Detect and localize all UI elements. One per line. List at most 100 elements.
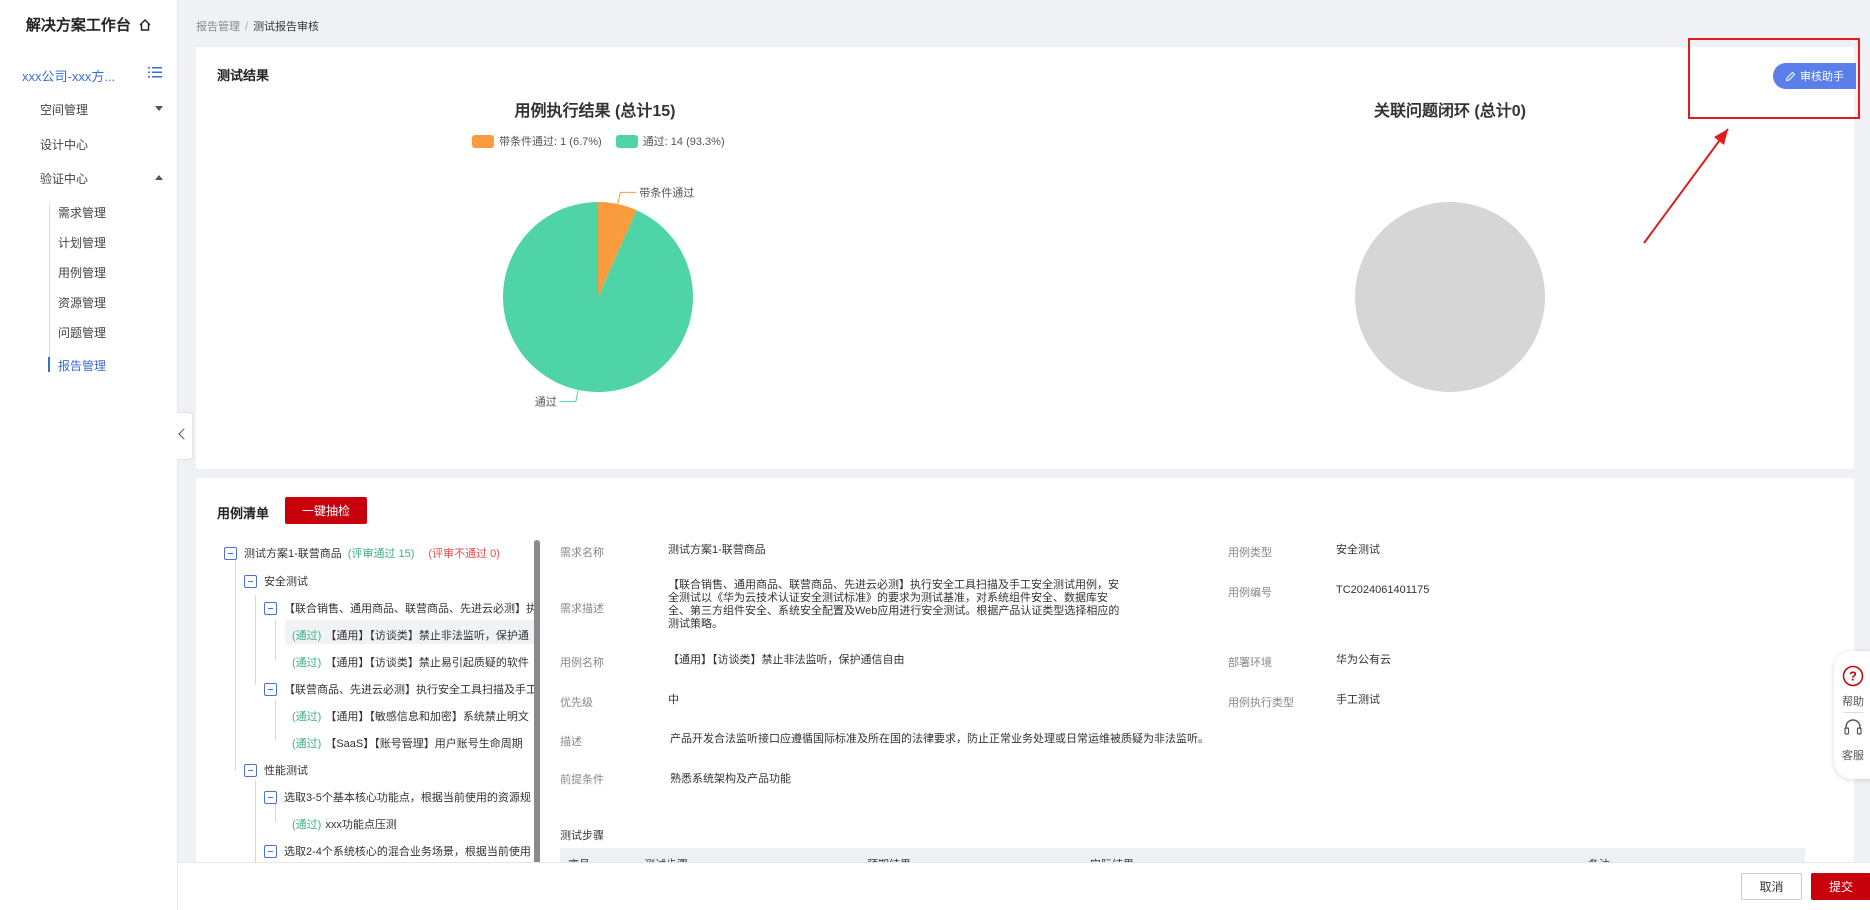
tree-scrollbar[interactable] — [534, 540, 540, 910]
test-steps-title: 测试步骤 — [560, 830, 604, 842]
collapse-icon[interactable] — [264, 682, 277, 696]
chevron-up-icon[interactable] — [155, 175, 163, 180]
tree-node-label: 安全测试 — [264, 576, 308, 588]
sidebar-sub-case[interactable]: 用例管理 — [58, 264, 106, 281]
tree-node-performance-group-2[interactable]: 选取2-4个系统核心的混合业务场景，根据当前使用 — [264, 843, 531, 859]
tree-node-label: xxx功能点压测 — [325, 819, 397, 831]
cancel-button[interactable]: 取消 — [1741, 873, 1802, 900]
case-result-pie-chart: 带条件通过通过 — [503, 185, 694, 409]
list-icon[interactable] — [148, 66, 162, 79]
case-list-title: 用例清单 — [217, 506, 270, 521]
svg-text:?: ? — [1849, 669, 1857, 684]
issue-closure-chart-title: 关联问题闭环 (总计0) — [1373, 103, 1526, 120]
tree-node-case[interactable]: (通过) 【通用】【敏感信息和加密】系统禁止明文 — [292, 708, 529, 724]
req-desc-line-1: 【联合销售、通用商品、联营商品、先进云必测】执行安全工具扫描及手工安全测试用例，… — [668, 579, 1119, 591]
sidebar-sub-requirement[interactable]: 需求管理 — [58, 204, 106, 221]
quick-sample-button[interactable]: 一键抽检 — [285, 497, 367, 524]
service-label[interactable]: 客服 — [1834, 747, 1870, 763]
tree-node-case[interactable]: (通过) xxx功能点压测 — [292, 816, 397, 832]
tree-node-performance-group-1[interactable]: 选取3-5个基本核心功能点，根据当前使用的资源规 — [264, 789, 531, 805]
workbench-title: 解决方案工作台 — [0, 14, 178, 35]
desc-value: 产品开发合法监听接口应遵循国际标准及所在国的法律要求，防止正常业务处理或日常运维… — [670, 733, 1209, 745]
annotation-arrow — [1643, 128, 1729, 244]
case-name-value: 【通用】【访谈类】禁止非法监听，保护通信自由 — [668, 654, 905, 666]
case-no-label: 用例编号 — [1228, 587, 1272, 599]
tree-node-case[interactable]: (通过) 【SaaS】【账号管理】用户账号生命周期 — [292, 735, 523, 751]
req-name-label: 需求名称 — [560, 547, 604, 559]
case-type-value: 安全测试 — [1336, 544, 1380, 556]
project-selector[interactable]: xxx公司-xxx方... — [22, 66, 115, 85]
precondition-value: 熟悉系统架构及产品功能 — [670, 773, 791, 785]
tree-node-label: 选取3-5个基本核心功能点，根据当前使用的资源规 — [284, 792, 531, 804]
issue-closure-pie-chart — [1355, 202, 1545, 392]
tree-node-security-group-1[interactable]: 【联合销售、通用商品、联营商品、先进云必测】执 — [264, 600, 537, 616]
sidebar-item-design[interactable]: 设计中心 — [40, 136, 88, 153]
home-icon[interactable] — [138, 18, 152, 32]
sidebar: 解决方案工作台 xxx公司-xxx方... 空间管理 设计中心 验证中心 需求管… — [0, 0, 178, 910]
tree-node-plan[interactable]: 测试方案1-联营商品 (评审通过 15) (评审不通过 0) — [224, 545, 500, 561]
legend-swatch-pass[interactable] — [615, 134, 638, 148]
pie-slice-1[interactable] — [503, 202, 693, 392]
sidebar-sub-issue[interactable]: 问题管理 — [58, 324, 106, 341]
exec-type-label: 用例执行类型 — [1228, 697, 1294, 709]
active-indicator — [48, 357, 50, 372]
priority-value: 中 — [668, 694, 679, 706]
sidebar-item-verify[interactable]: 验证中心 — [40, 170, 88, 187]
fail-count: (评审不通过 0) — [428, 548, 500, 560]
sidebar-item-space[interactable]: 空间管理 — [40, 101, 88, 118]
sidebar-collapse-button[interactable] — [177, 412, 193, 460]
tree-node-label: 【联合销售、通用商品、联营商品、先进云必测】执 — [284, 603, 537, 615]
tree-node-label: 【SaaS】【账号管理】用户账号生命周期 — [325, 738, 523, 750]
case-no-value: TC2024061401175 — [1336, 584, 1430, 596]
headset-icon[interactable] — [1843, 718, 1863, 738]
precondition-label: 前提条件 — [560, 774, 604, 786]
footer-bar — [178, 862, 1870, 910]
help-label[interactable]: 帮助 — [1834, 693, 1870, 709]
sidebar-sub-resource[interactable]: 资源管理 — [58, 294, 106, 311]
highlight-box — [1688, 38, 1860, 119]
collapse-icon[interactable] — [264, 790, 277, 804]
sidebar-sub-plan[interactable]: 计划管理 — [58, 234, 106, 251]
case-status: (通过) — [292, 630, 322, 642]
exec-type-value: 手工测试 — [1336, 694, 1380, 706]
breadcrumb-separator: / — [245, 21, 249, 33]
legend-label-pass[interactable]: 通过: 14 (93.3%) — [643, 133, 725, 149]
pie-slice-label-0: 带条件通过 — [639, 185, 694, 199]
tree-node-label: 【联营商品、先进云必测】执行安全工具扫描及手工 — [284, 684, 537, 696]
tree-node-label: 选取2-4个系统核心的混合业务场景，根据当前使用 — [284, 846, 531, 858]
test-results-title: 测试结果 — [217, 68, 270, 83]
tree-node-label: 测试方案1-联营商品 — [244, 548, 342, 560]
tree-node-case[interactable]: (通过) 【通用】【访谈类】禁止非法监听，保护通 — [292, 627, 529, 643]
tree-node-label: 【通用】【访谈类】禁止非法监听，保护通 — [325, 630, 529, 642]
req-desc-line-4: 测试策略。 — [668, 618, 723, 630]
breadcrumb-current: 测试报告审核 — [253, 21, 320, 33]
breadcrumb: 报告管理 / 测试报告审核 — [196, 18, 319, 34]
tree-node-label: 性能测试 — [264, 765, 308, 777]
sub-menu-line — [49, 204, 50, 372]
submit-button[interactable]: 提交 — [1811, 873, 1870, 900]
breadcrumb-parent[interactable]: 报告管理 — [196, 21, 240, 33]
pie-leader-line-1 — [559, 389, 579, 403]
tree-node-security[interactable]: 安全测试 — [244, 573, 308, 589]
deploy-env-value: 华为公有云 — [1336, 654, 1391, 666]
divider — [1843, 712, 1863, 713]
legend-label-conditional[interactable]: 带条件通过: 1 (6.7%) — [499, 133, 602, 149]
collapse-icon[interactable] — [244, 763, 257, 777]
chevron-down-icon[interactable] — [155, 106, 163, 111]
collapse-icon[interactable] — [264, 844, 277, 858]
legend-swatch-conditional[interactable] — [472, 134, 494, 148]
req-desc-label: 需求描述 — [560, 603, 604, 615]
sidebar-sub-report[interactable]: 报告管理 — [58, 357, 106, 374]
case-type-label: 用例类型 — [1228, 547, 1272, 559]
collapse-icon[interactable] — [224, 546, 237, 560]
collapse-icon[interactable] — [264, 601, 277, 615]
collapse-icon[interactable] — [244, 574, 257, 588]
tree-node-performance[interactable]: 性能测试 — [244, 762, 308, 778]
help-icon[interactable]: ? — [1842, 665, 1864, 687]
case-result-chart-title: 用例执行结果 (总计15) — [514, 103, 676, 120]
req-desc-line-2: 全测试以《华为云技术认证安全测试标准》的要求为测试基准，对系统组件安全、数据库安 — [668, 592, 1108, 604]
tree-node-security-group-2[interactable]: 【联营商品、先进云必测】执行安全工具扫描及手工 — [264, 681, 537, 697]
case-status: (通过) — [292, 711, 322, 723]
req-name-value: 测试方案1-联营商品 — [668, 544, 766, 556]
tree-node-case[interactable]: (通过) 【通用】【访谈类】禁止易引起质疑的软件 — [292, 654, 529, 670]
